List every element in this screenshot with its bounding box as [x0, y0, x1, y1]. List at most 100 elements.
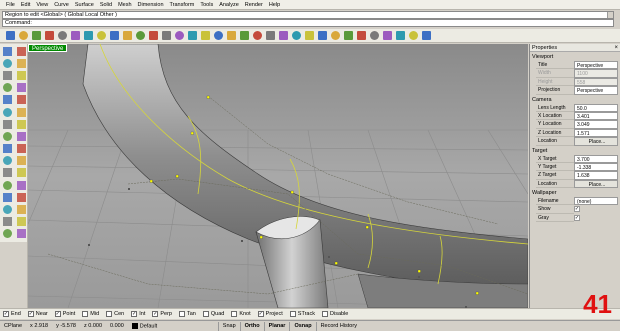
- undo-icon[interactable]: [108, 30, 120, 42]
- osnap-quad[interactable]: Quad: [202, 311, 224, 317]
- new-icon[interactable]: [4, 30, 16, 42]
- extrude-icon[interactable]: [1, 130, 14, 142]
- split-icon[interactable]: [15, 191, 28, 203]
- ortho-toggle[interactable]: Ortho: [239, 321, 264, 331]
- open-icon[interactable]: [17, 30, 29, 42]
- fillet-curve-icon[interactable]: [1, 106, 14, 118]
- save-icon[interactable]: [30, 30, 42, 42]
- record-history-toggle[interactable]: Record History: [315, 321, 361, 331]
- osnap-mid[interactable]: Mid: [82, 311, 99, 317]
- status-layer[interactable]: Default: [128, 322, 218, 329]
- menu-item-solid[interactable]: Solid: [97, 0, 115, 10]
- osnap-cen[interactable]: Cen: [106, 311, 124, 317]
- zoom-icon[interactable]: [160, 30, 172, 42]
- osnap-point[interactable]: ✓ Point: [54, 311, 75, 317]
- environment-icon[interactable]: [381, 30, 393, 42]
- checkbox-icon[interactable]: ✓: [27, 311, 34, 317]
- cylinder-icon[interactable]: [1, 155, 14, 167]
- select-icon[interactable]: [251, 30, 263, 42]
- scale-icon[interactable]: [15, 228, 28, 240]
- text-icon[interactable]: [15, 167, 28, 179]
- property-value[interactable]: (none): [574, 197, 618, 206]
- property-value[interactable]: 50.0: [574, 103, 618, 112]
- surface-icon[interactable]: [1, 118, 14, 130]
- wireframe-icon[interactable]: [316, 30, 328, 42]
- redo-icon[interactable]: [121, 30, 133, 42]
- osnap-perp[interactable]: ✓ Perp: [152, 311, 172, 317]
- polygon-icon[interactable]: [1, 94, 14, 106]
- sun-icon[interactable]: [394, 30, 406, 42]
- close-icon[interactable]: ×: [614, 44, 618, 52]
- checkbox-icon[interactable]: ✓: [152, 311, 159, 317]
- group-icon[interactable]: [15, 179, 28, 191]
- arc-icon[interactable]: [15, 69, 28, 81]
- checkbox-icon[interactable]: [322, 311, 328, 317]
- copy-object-icon[interactable]: [15, 216, 28, 228]
- render-icon[interactable]: [355, 30, 367, 42]
- shaded-icon[interactable]: [329, 30, 341, 42]
- properties-icon[interactable]: [277, 30, 289, 42]
- checkbox-icon[interactable]: ✓: [3, 311, 9, 317]
- place-button[interactable]: Place...: [574, 179, 618, 189]
- explode-icon[interactable]: [15, 203, 28, 215]
- material-icon[interactable]: [368, 30, 380, 42]
- menu-item-render[interactable]: Render: [242, 0, 266, 10]
- paste-icon[interactable]: [95, 30, 107, 42]
- osnap-int[interactable]: ✓ Int: [131, 311, 145, 317]
- osnap-strack[interactable]: STrack: [289, 311, 315, 317]
- property-value[interactable]: 3.700: [574, 154, 618, 163]
- select-arrow-icon[interactable]: [1, 45, 14, 57]
- ellipse-icon[interactable]: [1, 82, 14, 94]
- join-icon[interactable]: [1, 203, 14, 215]
- snap-icon[interactable]: [290, 30, 302, 42]
- property-value[interactable]: 1.638: [574, 171, 618, 180]
- property-value[interactable]: 3.049: [574, 120, 618, 129]
- zoom-extents-icon[interactable]: [186, 30, 198, 42]
- checkbox-icon[interactable]: ✓: [131, 311, 138, 317]
- polyline-icon[interactable]: [15, 57, 28, 69]
- status-cplane[interactable]: CPlane: [0, 323, 26, 329]
- command-line[interactable]: Command:: [2, 19, 614, 27]
- layers-icon[interactable]: [264, 30, 276, 42]
- pan-icon[interactable]: [134, 30, 146, 42]
- rotate-icon[interactable]: [1, 228, 14, 240]
- zoom-selected-icon[interactable]: [199, 30, 211, 42]
- checkbox-icon[interactable]: [289, 311, 296, 317]
- property-checkbox[interactable]: ✓: [574, 206, 580, 213]
- perspective-viewport[interactable]: Perspective: [28, 44, 528, 308]
- checkbox-icon[interactable]: [178, 311, 185, 317]
- mesh-icon[interactable]: [1, 167, 14, 179]
- viewport-scene[interactable]: [28, 44, 528, 308]
- checkbox-icon[interactable]: [106, 311, 113, 317]
- property-value[interactable]: 3.401: [574, 111, 618, 121]
- print-icon[interactable]: [43, 30, 55, 42]
- options-icon[interactable]: [407, 30, 419, 42]
- loft-icon[interactable]: [15, 118, 28, 130]
- osnap-toggle[interactable]: Osnap: [289, 321, 315, 331]
- help-icon[interactable]: [420, 30, 432, 42]
- rotate-view-icon[interactable]: [147, 30, 159, 42]
- planar-toggle[interactable]: Planar: [263, 321, 290, 331]
- osnap-project[interactable]: ✓ Project: [257, 311, 283, 317]
- viewport-layout-icon[interactable]: [212, 30, 224, 42]
- menu-item-help[interactable]: Help: [266, 0, 283, 10]
- osnap-tan[interactable]: Tan: [178, 311, 196, 317]
- menu-item-view[interactable]: View: [33, 0, 51, 10]
- menu-item-surface[interactable]: Surface: [72, 0, 97, 10]
- property-checkbox[interactable]: ✓: [574, 214, 580, 221]
- checkbox-icon[interactable]: [231, 311, 238, 317]
- import-icon[interactable]: [56, 30, 68, 42]
- snap-toggle[interactable]: Snap: [217, 321, 240, 331]
- osnap-disable[interactable]: Disable: [322, 311, 348, 317]
- checkbox-icon[interactable]: ✓: [54, 311, 61, 317]
- menu-item-tools[interactable]: Tools: [197, 0, 216, 10]
- property-value[interactable]: 1.571: [574, 128, 618, 138]
- osnap-knot[interactable]: Knot: [231, 311, 251, 317]
- offset-icon[interactable]: [15, 106, 28, 118]
- boolean-icon[interactable]: [15, 155, 28, 167]
- command-history-scrollbar[interactable]: [607, 12, 613, 18]
- menu-item-curve[interactable]: Curve: [51, 0, 72, 10]
- menu-item-dimension[interactable]: Dimension: [135, 0, 167, 10]
- dimension-icon[interactable]: [1, 179, 14, 191]
- osnap-near[interactable]: ✓ Near: [27, 311, 48, 317]
